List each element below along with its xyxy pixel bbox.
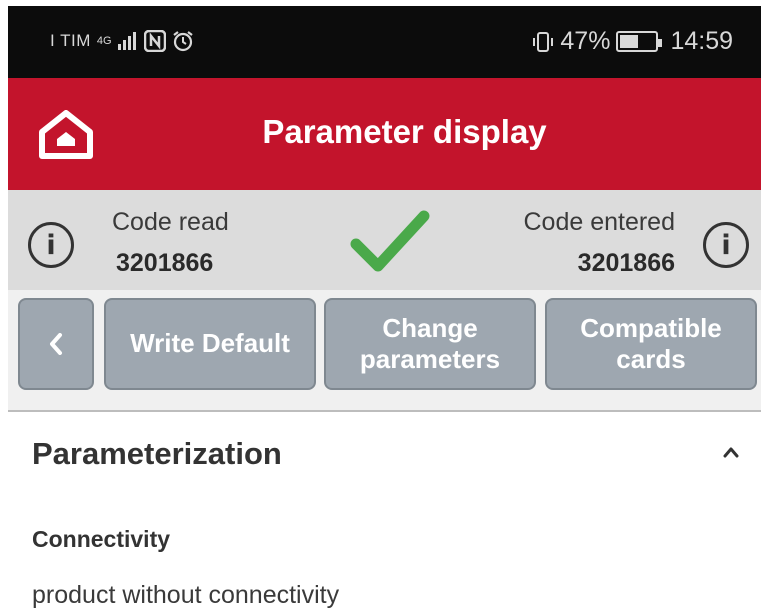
- code-entered-info-icon[interactable]: i: [703, 222, 749, 268]
- signal-icon: [117, 32, 136, 50]
- back-button[interactable]: [18, 298, 94, 390]
- match-check-icon: [350, 210, 430, 272]
- carrier-name: I TIM: [50, 31, 91, 50]
- section-header-parameterization[interactable]: Parameterization: [32, 436, 282, 472]
- app-header: Parameter display: [8, 78, 761, 190]
- status-left: I TIM 4G: [50, 30, 194, 52]
- chevron-up-icon[interactable]: [723, 446, 739, 458]
- chevron-left-icon: [50, 333, 62, 355]
- vibrate-icon: [533, 31, 554, 52]
- field-value-connectivity: product without connectivity: [32, 581, 340, 609]
- code-comparison-bar: i Code read 3201866 Code entered 3201866…: [8, 190, 761, 290]
- nfc-icon: [143, 30, 166, 52]
- compatible-cards-button[interactable]: Compatible cards: [545, 298, 757, 390]
- app-screen: I TIM 4G 47% 14:59 Parameter display i C…: [8, 6, 761, 614]
- write-default-button[interactable]: Write Default: [104, 298, 316, 390]
- page-title: Parameter display: [262, 113, 547, 150]
- clock-time: 14:59: [670, 27, 733, 55]
- code-entered-value: 3201866: [577, 249, 675, 277]
- action-button-row: Write Default Change parameters Compatib…: [8, 290, 761, 412]
- battery-percent: 47%: [560, 27, 611, 55]
- code-entered-label: Code entered: [523, 208, 675, 236]
- status-bar: I TIM 4G 47% 14:59: [8, 6, 761, 78]
- code-read-info-icon[interactable]: i: [28, 222, 74, 268]
- field-label-connectivity: Connectivity: [32, 526, 171, 552]
- code-read-label: Code read: [112, 208, 229, 236]
- network-type: 4G: [96, 35, 112, 47]
- change-parameters-button[interactable]: Change parameters: [324, 298, 536, 390]
- code-read-value: 3201866: [116, 249, 214, 277]
- alarm-icon: [172, 31, 193, 52]
- change-parameters-label: Change parameters: [359, 312, 501, 374]
- battery-icon: [616, 31, 663, 52]
- status-right: 47% 14:59: [532, 27, 733, 56]
- compatible-cards-label: Compatible cards: [580, 312, 722, 374]
